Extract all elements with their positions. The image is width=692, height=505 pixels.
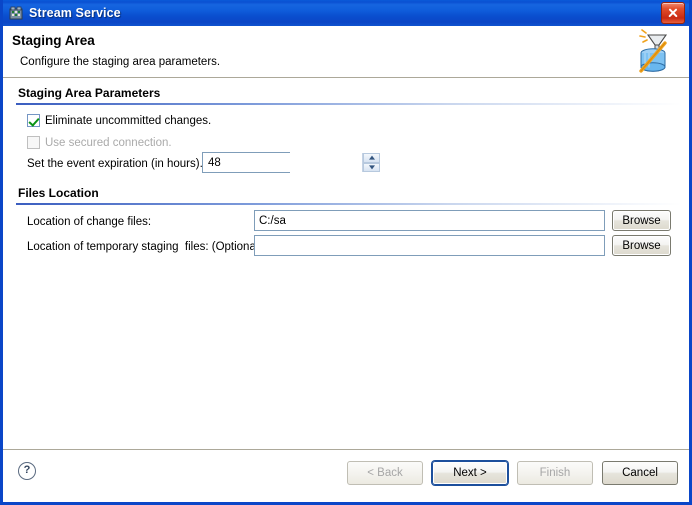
window-title: Stream Service: [29, 6, 121, 20]
browse-button-temporary-staging-files[interactable]: Browse: [612, 235, 671, 256]
spinner-down-icon[interactable]: [363, 162, 380, 172]
wizard-header: Staging Area Configure the staging area …: [3, 26, 689, 78]
section-rule-parameters: [16, 103, 681, 105]
label-event-expiration: Set the event expiration (in hours).: [27, 158, 203, 170]
finish-button[interactable]: Finish: [517, 461, 593, 485]
wizard-footer: ? < Back Next > Finish Cancel: [3, 449, 689, 496]
next-button[interactable]: Next >: [432, 461, 508, 485]
section-rule-files-location: [16, 203, 681, 205]
help-icon[interactable]: ?: [18, 462, 36, 480]
label-location-of-change-files: Location of change files:: [27, 216, 152, 228]
checkbox-row-eliminate-uncommitted-changes[interactable]: Eliminate uncommitted changes.: [27, 114, 211, 127]
section-title-parameters: Staging Area Parameters: [18, 86, 161, 100]
spinner-buttons: [362, 153, 380, 172]
spinner-up-icon[interactable]: [363, 153, 380, 163]
section-title-files-location: Files Location: [18, 186, 99, 200]
checkbox-eliminate-uncommitted-changes[interactable]: [27, 114, 40, 127]
wizard-window: Stream Service Staging Area Configure th…: [0, 0, 692, 505]
back-button[interactable]: < Back: [347, 461, 423, 485]
page-title: Staging Area: [12, 33, 95, 48]
title-bar: Stream Service: [3, 0, 689, 26]
browse-button-change-files[interactable]: Browse: [612, 210, 671, 231]
checkbox-row-use-secured-connection: Use secured connection.: [27, 136, 172, 149]
server-icon: [8, 5, 24, 21]
wizard-button-row: < Back Next > Finish Cancel: [347, 461, 678, 485]
input-location-of-change-files[interactable]: [254, 210, 605, 231]
event-expiration-spinner[interactable]: [202, 152, 380, 173]
checkbox-label-eliminate-uncommitted-changes: Eliminate uncommitted changes.: [45, 114, 212, 127]
checkbox-label-use-secured-connection: Use secured connection.: [45, 136, 172, 149]
page-subtitle: Configure the staging area parameters.: [20, 56, 221, 68]
close-icon[interactable]: [661, 2, 685, 24]
funnel-database-icon: [631, 29, 675, 75]
wizard-body: Staging Area Parameters Eliminate uncomm…: [3, 78, 689, 449]
label-location-of-temporary-staging-files: Location of temporary staging files: (Op…: [27, 241, 263, 253]
input-location-of-temporary-staging-files[interactable]: [254, 235, 605, 256]
checkbox-use-secured-connection: [27, 136, 40, 149]
event-expiration-input[interactable]: [203, 153, 362, 172]
cancel-button[interactable]: Cancel: [602, 461, 678, 485]
